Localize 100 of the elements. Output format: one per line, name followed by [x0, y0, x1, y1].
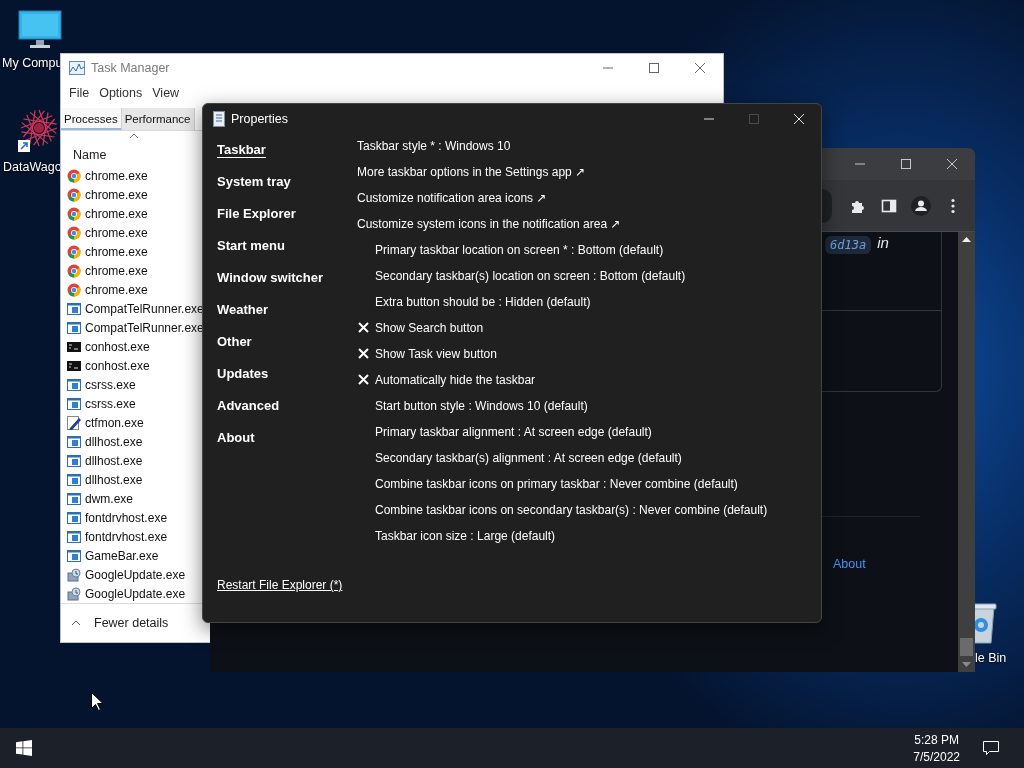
- setting-option[interactable]: Secondary taskbar(s) location on screen : Bottom (default): [357, 263, 686, 289]
- nav-item[interactable]: System tray: [217, 165, 291, 197]
- window-icon: [67, 301, 81, 316]
- window-icon: [67, 510, 81, 525]
- maximize-icon[interactable]: [899, 158, 913, 170]
- process-name: fontdrvhost.exe: [85, 510, 168, 525]
- close-icon[interactable]: [791, 112, 806, 125]
- fewer-details-button[interactable]: Fewer details: [71, 616, 169, 630]
- browser-icon: [67, 244, 81, 259]
- setting-option[interactable]: Primary taskbar alignment : At screen edge (default): [357, 419, 652, 445]
- tab[interactable]: Processes: [61, 108, 122, 130]
- document-icon: [213, 110, 225, 127]
- settings-link[interactable]: Customize notification area icons ↗: [357, 185, 547, 211]
- menu-item[interactable]: Options: [94, 86, 148, 100]
- window-title: Properties: [231, 111, 288, 126]
- close-icon[interactable]: [945, 158, 959, 170]
- nav-item[interactable]: About: [217, 421, 255, 453]
- tab[interactable]: Performance: [121, 108, 195, 130]
- window-title: Task Manager: [91, 61, 170, 75]
- process-name: CompatTelRunner.exe: [85, 301, 204, 316]
- icon-label: DataWago: [3, 160, 62, 174]
- window-icon: [67, 377, 81, 392]
- setting-option[interactable]: Combine taskbar icons on primary taskbar : Never combine (default): [357, 471, 738, 497]
- speech-bubble-icon: [982, 740, 1000, 756]
- menu-item[interactable]: File: [64, 86, 95, 100]
- window-icon: [67, 396, 81, 411]
- icon-label: My Compu: [2, 56, 63, 70]
- browser-icon: [67, 263, 81, 278]
- nav-item[interactable]: File Explorer: [217, 197, 296, 229]
- process-name: chrome.exe: [85, 206, 148, 221]
- commit-hash[interactable]: 6d13a: [825, 236, 872, 254]
- nav-item[interactable]: Window switcher: [217, 261, 324, 293]
- more-menu-icon[interactable]: [951, 197, 955, 214]
- window-icon: [67, 529, 81, 544]
- text: in: [877, 234, 889, 251]
- scroll-up-icon[interactable]: [962, 237, 971, 242]
- icon-label: le Bin: [975, 651, 1007, 665]
- scroll-thumb[interactable]: [960, 638, 973, 656]
- nav-item[interactable]: Other: [217, 325, 252, 357]
- sort-caret-icon: [129, 133, 139, 139]
- setting-option[interactable]: Extra button should be : Hidden (default): [357, 289, 591, 315]
- process-name: chrome.exe: [85, 282, 148, 297]
- process-name: CompatTelRunner.exe: [85, 320, 204, 335]
- nav-item[interactable]: Start menu: [217, 229, 285, 261]
- nav-item[interactable]: Weather: [217, 293, 269, 325]
- browser-icon: [67, 282, 81, 297]
- side-panel-icon[interactable]: [881, 197, 897, 214]
- process-name: GoogleUpdate.exe: [85, 586, 186, 601]
- caret-up-icon[interactable]: [71, 620, 81, 626]
- browser-icon: [67, 225, 81, 240]
- nav-item[interactable]: Advanced: [217, 389, 280, 421]
- time: 5:28 PM: [914, 732, 959, 747]
- column-header[interactable]: Name: [73, 148, 107, 162]
- windows-logo-icon: [16, 740, 32, 756]
- settings-link[interactable]: More taskbar options in the Settings app ↗: [357, 159, 586, 185]
- checkbox-label[interactable]: Show Search button: [375, 321, 484, 335]
- about-link[interactable]: About: [833, 557, 866, 571]
- process-name: chrome.exe: [85, 168, 148, 183]
- setting-option[interactable]: Taskbar icon size : Large (default): [357, 523, 556, 549]
- process-name: GoogleUpdate.exe: [85, 567, 186, 582]
- process-name: GameBar.exe: [85, 548, 159, 563]
- setting-option[interactable]: Secondary taskbar(s) alignment : At screen edge (default): [357, 445, 682, 471]
- nav-item[interactable]: Taskbar: [217, 133, 266, 165]
- scroll-down-icon[interactable]: [962, 662, 971, 667]
- setting-option[interactable]: Combine taskbar icons on secondary taskbar(s) : Never combine (default): [357, 497, 768, 523]
- process-name: csrss.exe: [85, 377, 136, 392]
- process-name: chrome.exe: [85, 225, 148, 240]
- process-name: dllhost.exe: [85, 472, 143, 487]
- computer-icon: [18, 10, 62, 50]
- setting-option[interactable]: Primary taskbar location on screen * : Bottom (default): [357, 237, 664, 263]
- checkbox-label[interactable]: Show Task view button: [375, 347, 497, 361]
- maximize-icon[interactable]: [647, 62, 661, 74]
- window-icon: [67, 320, 81, 335]
- process-name: dwm.exe: [85, 491, 134, 506]
- process-name: dllhost.exe: [85, 434, 143, 449]
- browser-icon: [67, 187, 81, 202]
- clock[interactable]: 5:28 PM 7/5/2022: [905, 732, 968, 764]
- chart-icon: [69, 61, 85, 75]
- console-icon: [67, 358, 81, 373]
- console-icon: [67, 339, 81, 354]
- mouse-pointer-icon: [91, 692, 103, 711]
- date: 7/5/2022: [913, 749, 960, 764]
- installer-icon: [67, 567, 81, 582]
- window-icon: [67, 434, 81, 449]
- settings-link[interactable]: Customize system icons in the notification area ↗: [357, 211, 621, 237]
- browser-icon: [67, 206, 81, 221]
- process-name: fontdrvhost.exe: [85, 529, 168, 544]
- close-icon[interactable]: [693, 62, 707, 74]
- restart-link[interactable]: Restart File Explorer (*): [217, 578, 343, 592]
- profile-icon[interactable]: [911, 195, 931, 216]
- process-name: chrome.exe: [85, 263, 148, 278]
- setting-option[interactable]: Taskbar style * : Windows 10: [357, 133, 511, 159]
- nav-item[interactable]: Updates: [217, 357, 269, 389]
- window-icon: [67, 548, 81, 563]
- scrollbar[interactable]: [958, 232, 975, 672]
- menu-item[interactable]: View: [147, 86, 185, 100]
- checkbox-label[interactable]: Automatically hide the taskbar: [375, 373, 536, 387]
- window-icon: [67, 453, 81, 468]
- setting-option[interactable]: Start button style : Windows 10 (default): [357, 393, 588, 419]
- pen-icon: [67, 415, 81, 430]
